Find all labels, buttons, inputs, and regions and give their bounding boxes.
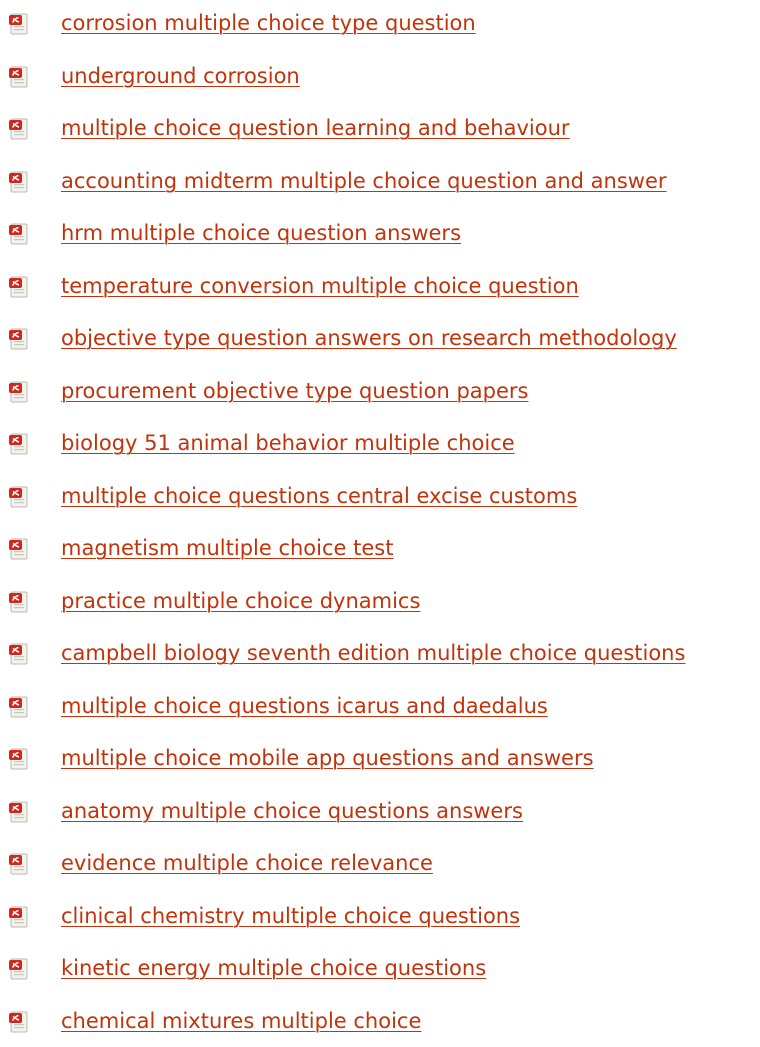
- list-item: objective type question answers on resea…: [0, 312, 760, 365]
- pdf-link[interactable]: corrosion multiple choice type question: [61, 10, 476, 36]
- pdf-file-icon: [8, 643, 30, 665]
- list-item: temperature conversion multiple choice q…: [0, 260, 760, 313]
- list-item: multiple choice questions central excise…: [0, 470, 760, 523]
- pdf-file-icon: [8, 381, 30, 403]
- pdf-link[interactable]: clinical chemistry multiple choice quest…: [61, 903, 520, 929]
- list-item: chemical mixtures multiple choice: [0, 995, 760, 1047]
- pdf-link[interactable]: magnetism multiple choice test: [61, 535, 393, 561]
- pdf-link[interactable]: multiple choice mobile app questions and…: [61, 745, 594, 771]
- list-item: evidence multiple choice relevance: [0, 837, 760, 890]
- pdf-file-icon: [8, 13, 30, 35]
- pdf-file-icon: [8, 433, 30, 455]
- pdf-link[interactable]: multiple choice questions central excise…: [61, 483, 577, 509]
- pdf-file-icon: [8, 171, 30, 193]
- list-item: hrm multiple choice question answers: [0, 207, 760, 260]
- pdf-link[interactable]: objective type question answers on resea…: [61, 325, 677, 351]
- pdf-link[interactable]: multiple choice question learning and be…: [61, 115, 570, 141]
- list-item: magnetism multiple choice test: [0, 522, 760, 575]
- pdf-file-icon: [8, 1011, 30, 1033]
- list-item: accounting midterm multiple choice quest…: [0, 155, 760, 208]
- pdf-file-icon: [8, 66, 30, 88]
- list-item: multiple choice questions icarus and dae…: [0, 680, 760, 733]
- pdf-file-icon: [8, 223, 30, 245]
- pdf-file-icon: [8, 801, 30, 823]
- pdf-link[interactable]: accounting midterm multiple choice quest…: [61, 168, 667, 194]
- pdf-file-icon: [8, 906, 30, 928]
- list-item: corrosion multiple choice type question: [0, 0, 760, 50]
- list-item: underground corrosion: [0, 50, 760, 103]
- pdf-link[interactable]: chemical mixtures multiple choice: [61, 1008, 421, 1034]
- pdf-link[interactable]: anatomy multiple choice questions answer…: [61, 798, 523, 824]
- pdf-file-icon: [8, 748, 30, 770]
- pdf-link[interactable]: campbell biology seventh edition multipl…: [61, 640, 685, 666]
- list-item: practice multiple choice dynamics: [0, 575, 760, 628]
- list-item: multiple choice mobile app questions and…: [0, 732, 760, 785]
- pdf-link[interactable]: biology 51 animal behavior multiple choi…: [61, 430, 515, 456]
- list-item: anatomy multiple choice questions answer…: [0, 785, 760, 838]
- pdf-file-icon: [8, 591, 30, 613]
- pdf-file-icon: [8, 118, 30, 140]
- list-item: clinical chemistry multiple choice quest…: [0, 890, 760, 943]
- pdf-file-icon: [8, 486, 30, 508]
- list-item: multiple choice question learning and be…: [0, 102, 760, 155]
- pdf-link[interactable]: underground corrosion: [61, 63, 300, 89]
- pdf-link[interactable]: hrm multiple choice question answers: [61, 220, 461, 246]
- pdf-file-icon: [8, 328, 30, 350]
- pdf-link-list: corrosion multiple choice type question …: [0, 0, 760, 1047]
- pdf-link[interactable]: practice multiple choice dynamics: [61, 588, 420, 614]
- list-item: campbell biology seventh edition multipl…: [0, 627, 760, 680]
- list-item: kinetic energy multiple choice questions: [0, 942, 760, 995]
- pdf-file-icon: [8, 276, 30, 298]
- pdf-file-icon: [8, 538, 30, 560]
- pdf-link[interactable]: temperature conversion multiple choice q…: [61, 273, 579, 299]
- pdf-link[interactable]: kinetic energy multiple choice questions: [61, 955, 486, 981]
- pdf-link[interactable]: procurement objective type question pape…: [61, 378, 528, 404]
- list-item: procurement objective type question pape…: [0, 365, 760, 418]
- pdf-link[interactable]: multiple choice questions icarus and dae…: [61, 693, 548, 719]
- pdf-file-icon: [8, 958, 30, 980]
- pdf-file-icon: [8, 696, 30, 718]
- pdf-file-icon: [8, 853, 30, 875]
- pdf-link[interactable]: evidence multiple choice relevance: [61, 850, 433, 876]
- list-item: biology 51 animal behavior multiple choi…: [0, 417, 760, 470]
